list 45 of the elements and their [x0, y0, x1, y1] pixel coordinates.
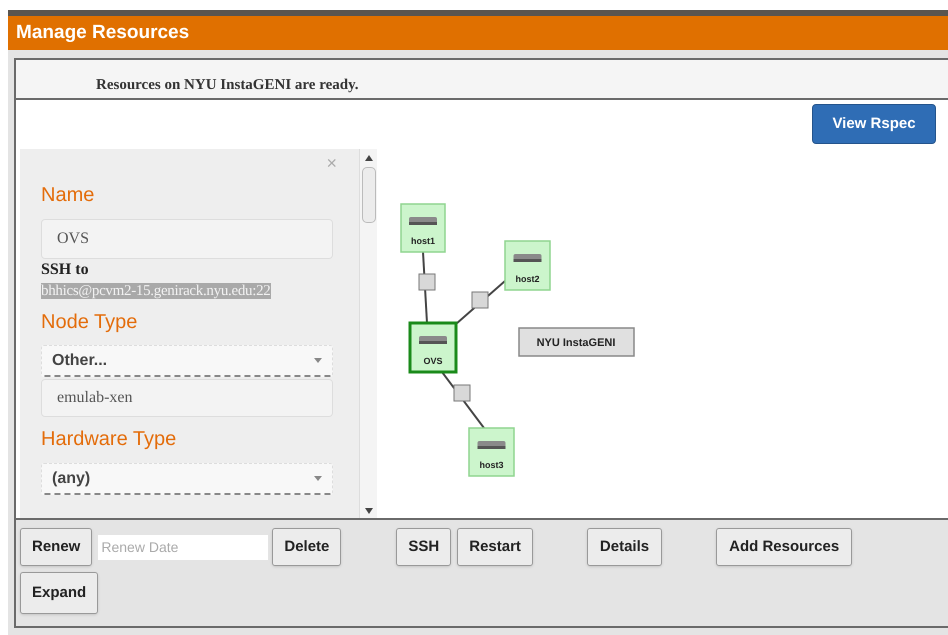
renew-button[interactable]: Renew	[20, 528, 92, 566]
expand-button[interactable]: Expand	[20, 572, 98, 614]
node-label: host3	[480, 460, 504, 470]
link-line	[441, 371, 485, 429]
name-field[interactable]: OVS	[41, 219, 333, 259]
link-line	[422, 252, 428, 324]
node[interactable]: OVS	[408, 322, 458, 374]
renew-date-field[interactable]: Renew Date	[98, 534, 268, 560]
ssh-address: bhhics@pcvm2-15.genirack.nyu.edu:22	[41, 283, 271, 299]
window-title: Manage Resources	[8, 16, 948, 50]
scrollbar-thumb[interactable]	[362, 167, 376, 223]
link-interface-icon[interactable]	[418, 274, 436, 290]
server-icon	[514, 254, 542, 262]
server-icon	[419, 336, 447, 344]
server-icon	[409, 217, 437, 225]
site-label[interactable]: NYU InstaGENI	[518, 327, 635, 357]
node[interactable]: host1	[400, 203, 446, 253]
node-label: host1	[411, 236, 435, 246]
details-button[interactable]: Details	[586, 528, 662, 566]
node-label: OVS	[424, 356, 442, 366]
link-interface-icon[interactable]	[454, 384, 470, 402]
node-label: host2	[516, 274, 540, 284]
scroll-up-icon[interactable]	[364, 155, 372, 161]
node[interactable]: host3	[468, 427, 515, 477]
scrollbar[interactable]	[359, 149, 377, 518]
add-resources-button[interactable]: Add Resources	[716, 528, 852, 566]
server-icon	[478, 441, 506, 449]
link-line	[455, 280, 506, 325]
ssh-label: SSH to	[41, 261, 90, 279]
name-label: Name	[41, 183, 96, 207]
dropdown-arrow-icon	[314, 358, 322, 363]
ssh-button[interactable]: SSH	[396, 528, 452, 566]
node[interactable]: host2	[504, 240, 551, 291]
view-rspec-button[interactable]: View Rspec	[812, 104, 936, 144]
dropdown-arrow-icon	[314, 476, 322, 481]
link-interface-icon[interactable]	[472, 292, 488, 308]
node-type-select[interactable]: Other...	[41, 345, 333, 377]
scroll-down-icon[interactable]	[364, 508, 372, 514]
status-message: Resources on NYU InstaGENI are ready.	[96, 76, 359, 94]
delete-button[interactable]: Delete	[272, 528, 342, 566]
node-type-field[interactable]: emulab-xen	[41, 379, 333, 417]
hardware-type-select[interactable]: (any)	[41, 463, 333, 495]
restart-button[interactable]: Restart	[457, 528, 533, 566]
hardware-type-label: Hardware Type	[41, 427, 178, 451]
node-type-label: Node Type	[41, 310, 138, 334]
